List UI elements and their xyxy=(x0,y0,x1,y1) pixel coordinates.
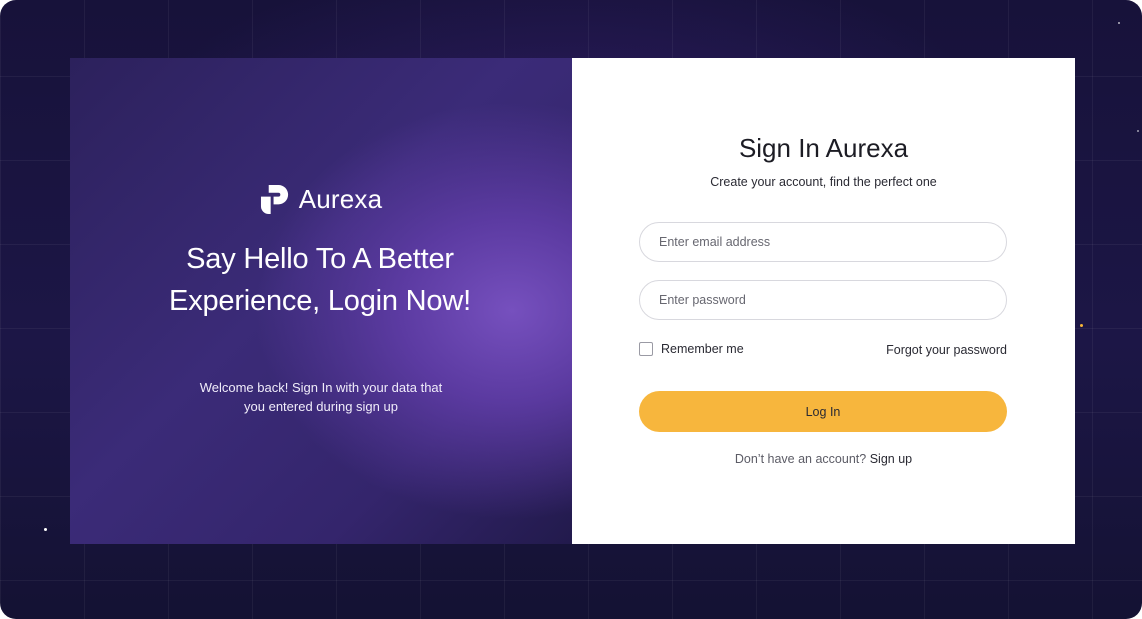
sparkle-dot xyxy=(1137,130,1139,132)
form-title: Sign In Aurexa xyxy=(738,133,909,163)
sign-in-form: Sign In Aurexa Create your account, find… xyxy=(572,58,1075,544)
hero-panel: Aurexa Say Hello To A Better Experience,… xyxy=(70,58,572,544)
remember-me-checkbox[interactable] xyxy=(639,342,653,356)
remember-me-label: Remember me xyxy=(661,342,744,356)
no-account-text: Don’t have an account? xyxy=(734,452,867,466)
page-background: Aurexa Say Hello To A Better Experience,… xyxy=(0,0,1142,619)
sparkle-dot xyxy=(44,528,47,531)
signup-prompt: Don’t have an account? Sign up xyxy=(572,452,1075,466)
brand-name: Aurexa xyxy=(298,184,383,214)
remember-me[interactable]: Remember me xyxy=(639,342,744,356)
sparkle-dot xyxy=(1080,324,1083,327)
hero-welcome-text: Welcome back! Sign In with your data tha… xyxy=(199,380,443,414)
login-button[interactable]: Log In xyxy=(639,391,1007,432)
aurexa-logo-icon xyxy=(260,184,288,215)
signup-link[interactable]: Sign up xyxy=(870,452,912,466)
hero-headline: Say Hello To A Better Experience, Login … xyxy=(169,243,471,317)
forgot-password-link[interactable]: Forgot your password xyxy=(886,343,1007,357)
form-subtitle: Create your account, find the perfect on… xyxy=(710,175,937,189)
email-input[interactable] xyxy=(639,222,1007,262)
password-input[interactable] xyxy=(639,280,1007,320)
login-card: Aurexa Say Hello To A Better Experience,… xyxy=(70,58,1075,544)
brand: Aurexa xyxy=(70,184,572,215)
sparkle-dot xyxy=(1118,22,1120,24)
